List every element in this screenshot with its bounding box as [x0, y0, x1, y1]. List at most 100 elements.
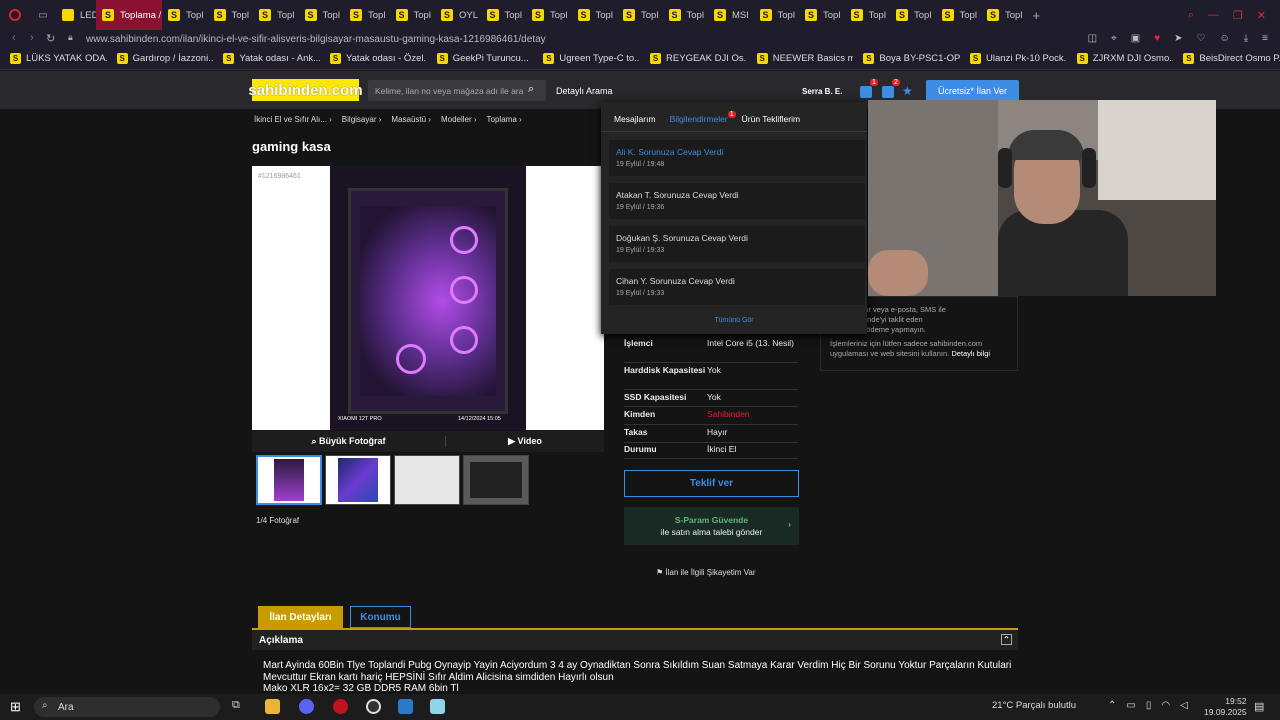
bookmark-item[interactable]: S Yatak odası - Ank...	[223, 53, 320, 64]
browser-tab[interactable]: S Topl	[617, 0, 663, 30]
workspaces-icon[interactable]: ▭	[30, 10, 56, 21]
search-input[interactable]: Kelime, ilan no veya mağaza adı ile ara	[368, 80, 546, 101]
video-button[interactable]: ▶ Video	[446, 436, 604, 447]
browser-tab[interactable]: S Topl	[663, 0, 709, 30]
reload-icon[interactable]: ↻	[46, 32, 55, 45]
browser-tab[interactable]: S MSI	[708, 0, 754, 30]
browser-tab[interactable]: S Topl	[936, 0, 982, 30]
tab-notifications[interactable]: Bilgilendirmeler 1	[670, 111, 736, 131]
tab-messages[interactable]: Mesajlarım	[614, 114, 656, 131]
photo-thumbnail[interactable]	[463, 455, 529, 505]
tray-chevron-icon[interactable]: ⌃	[1108, 700, 1116, 711]
browser-tab[interactable]: S Topl	[162, 0, 208, 30]
heart-icon[interactable]: ♥	[1154, 33, 1160, 44]
tray-battery-icon[interactable]: ▯	[1146, 700, 1152, 711]
share-icon[interactable]: ➤	[1174, 33, 1182, 44]
search-tabs-icon[interactable]: ⌕	[1188, 9, 1194, 22]
breadcrumb-item[interactable]: Masaüstü ›	[391, 115, 431, 124]
tab-location[interactable]: Konumu	[350, 606, 411, 628]
bookmark-item[interactable]: SNEEWER Basics m...	[756, 53, 853, 64]
close-button[interactable]: ✕	[1257, 9, 1266, 22]
photo-thumbnail[interactable]	[325, 455, 391, 505]
browser-tab[interactable]: S OYL	[435, 0, 481, 30]
file-explorer-icon[interactable]	[265, 699, 280, 714]
minimize-button[interactable]: —	[1208, 9, 1219, 21]
breadcrumb-item[interactable]: Bilgisayar ›	[342, 115, 382, 124]
browser-tab[interactable]: S Topl	[890, 0, 936, 30]
browser-tab[interactable]: S Toplama /	[96, 0, 162, 30]
discord-icon[interactable]	[299, 699, 314, 714]
notification-item[interactable]: Ali K. Sorunuza Cevap Verdi 19 Eylül / 19…	[609, 140, 865, 176]
notification-item[interactable]: Cihan Y. Sorunuza Cevap Verdi 19 Eylül / …	[609, 269, 865, 305]
bookmark-item[interactable]: S ZJRXM DJI Osmo...	[1076, 53, 1173, 64]
sidebar-icon[interactable]: ◫	[1088, 33, 1097, 44]
browser-tab[interactable]: S Topl	[981, 0, 1027, 30]
pin-icon[interactable]: ⌖	[1111, 33, 1117, 44]
bookmark-item[interactable]: S BeisDirect Osmo P...	[1183, 53, 1280, 64]
browser-tab[interactable]: S Topl	[390, 0, 436, 30]
user-name[interactable]: Serra B. E.	[802, 87, 842, 96]
back-icon[interactable]: ‹	[12, 32, 16, 44]
bookmark-item[interactable]: S Boya BY-PSC1-OP...	[863, 53, 960, 64]
tab-ad-details[interactable]: İlan Detayları	[258, 606, 343, 628]
bookmark-item[interactable]: S Ugreen Type-C to...	[543, 53, 640, 64]
weather-widget[interactable]: 21°C Parçalı bulutlu	[992, 700, 1076, 711]
notifications-icon[interactable]: 2	[882, 79, 900, 98]
breadcrumb-item[interactable]: Modeller ›	[441, 115, 477, 124]
favorites-star-icon[interactable]: ★	[902, 84, 913, 98]
notification-item[interactable]: Atakan T. Sorunuza Cevap Verdi 19 Eylül /…	[609, 183, 865, 219]
camera-icon[interactable]: ▣	[1131, 33, 1140, 44]
details-link[interactable]: Detaylı bilgi	[951, 349, 990, 358]
browser-tab[interactable]: LED	[56, 0, 96, 30]
windows-start-icon[interactable]: ⊞	[10, 699, 21, 715]
opera-icon[interactable]	[333, 699, 348, 714]
advanced-search-link[interactable]: Detaylı Arama	[556, 86, 613, 96]
bookmark-item[interactable]: S Ulanzi Pk-10 Pock...	[970, 53, 1067, 64]
new-tab-button[interactable]: +	[1033, 8, 1041, 23]
browser-tab[interactable]: S Topl	[253, 0, 299, 30]
messages-icon[interactable]: 1	[860, 79, 878, 98]
browser-tab[interactable]: S Topl	[845, 0, 891, 30]
notification-center-icon[interactable]: ▤	[1254, 700, 1264, 713]
offer-button[interactable]: Teklif ver	[624, 470, 799, 497]
browser-tab[interactable]: S Topl	[481, 0, 527, 30]
notification-item[interactable]: Doğukan Ş. Sorunuza Cevap Verdi 19 Eylül …	[609, 226, 865, 262]
pc-case-image[interactable]: XIAOMI 12T PRO 14/12/2024 15:05	[330, 166, 526, 430]
browser-tab[interactable]: S Topl	[799, 0, 845, 30]
like-icon[interactable]: ♡	[1197, 33, 1206, 44]
taskbar-search[interactable]: ⌕ Ara	[34, 697, 220, 717]
task-view-icon[interactable]: ⧉	[232, 699, 240, 712]
browser-tab[interactable]: S Topl	[754, 0, 800, 30]
browser-tab[interactable]: S Topl	[208, 0, 254, 30]
app2-icon[interactable]	[398, 699, 413, 714]
clock[interactable]: 19:52 19.09.2025	[1204, 696, 1247, 718]
browser-tab[interactable]: S Topl	[344, 0, 390, 30]
photo-thumbnail[interactable]	[256, 455, 322, 505]
bookmark-item[interactable]: S Gardırop / İazzoni...	[116, 53, 213, 64]
app-icon[interactable]	[366, 699, 381, 714]
opera-logo-icon[interactable]	[0, 9, 30, 21]
see-all-link[interactable]: Tümünü Gör	[601, 317, 867, 324]
app3-icon[interactable]	[430, 699, 445, 714]
browser-tab[interactable]: S Topl	[526, 0, 572, 30]
big-photo-button[interactable]: ⌕ Büyük Fotoğraf	[252, 436, 446, 447]
browser-tab[interactable]: S Topl	[299, 0, 345, 30]
browser-tab[interactable]: S Topl	[572, 0, 618, 30]
tray-wifi-icon[interactable]: ◠	[1161, 700, 1170, 711]
bookmark-item[interactable]: S REYGEAK DJI Os...	[650, 53, 747, 64]
bookmark-item[interactable]: S GeekPi Turuncu...	[436, 53, 534, 64]
tray-volume-icon[interactable]: ◁	[1180, 700, 1188, 711]
photo-thumbnail[interactable]	[394, 455, 460, 505]
site-logo[interactable]: sahibinden.com	[248, 79, 363, 101]
breadcrumb-item[interactable]: Toplama ›	[487, 115, 522, 124]
search-icon[interactable]: ⌕	[528, 83, 534, 96]
bookmark-item[interactable]: S Yatak odası - Özel...	[330, 53, 427, 64]
tray-app-icon[interactable]: ▭	[1126, 700, 1135, 711]
post-ad-button[interactable]: Ücretsiz* İlan Ver	[926, 80, 1019, 101]
s-param-button[interactable]: S-Param Güvende ile satın alma talebi gö…	[624, 507, 799, 545]
bookmark-item[interactable]: S LÜKS YATAK ODA...	[10, 53, 107, 64]
tab-product-offers[interactable]: Ürün Tekliflerim	[742, 114, 800, 131]
maximize-button[interactable]: ❐	[1233, 9, 1243, 22]
forward-icon[interactable]: ›	[30, 32, 34, 44]
complaint-link[interactable]: ⚑ İlan ile İlgili Şikayetim Var	[656, 568, 756, 577]
